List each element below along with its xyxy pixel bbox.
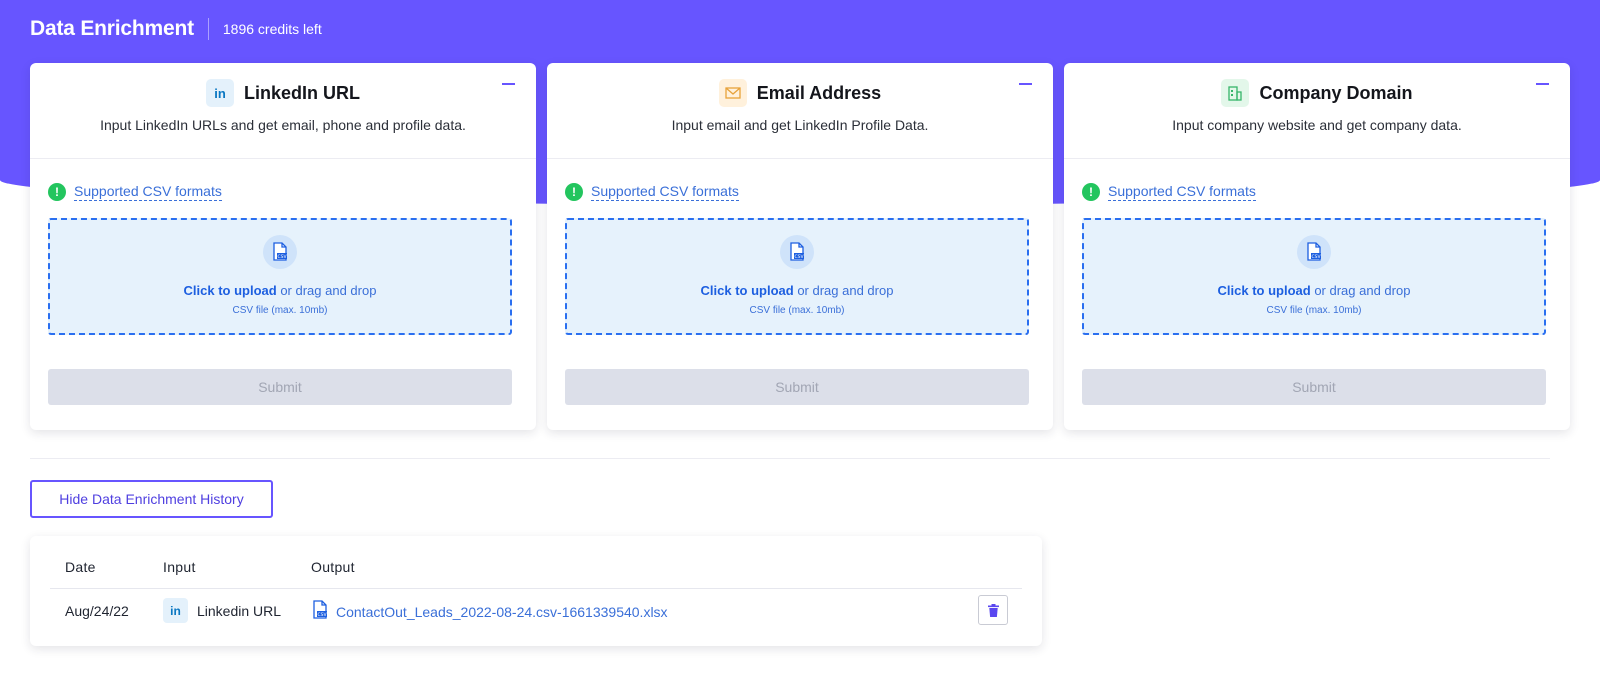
drag-and-drop-text: or drag and drop xyxy=(1310,283,1411,298)
card-company-domain: Company Domain Input company website and… xyxy=(1064,63,1570,430)
card-linkedin-url: in LinkedIn URL Input LinkedIn URLs and … xyxy=(30,63,536,430)
card-title: Company Domain xyxy=(1259,82,1413,103)
upload-dropzone[interactable]: CSV Click to upload or drag and drop CSV… xyxy=(1082,218,1546,335)
credits-counter: 1896 credits left xyxy=(222,21,322,37)
upload-dropzone[interactable]: CSV Click to upload or drag and drop CSV… xyxy=(565,218,1029,335)
submit-button[interactable]: Submit xyxy=(48,369,512,405)
upload-hint: CSV file (max. 10mb) xyxy=(232,305,328,316)
linkedin-icon: in xyxy=(163,598,188,623)
collapse-button[interactable] xyxy=(1019,77,1033,91)
row-output: CSV ContactOut_Leads_2022-08-24.csv-1661… xyxy=(311,600,668,623)
card-header: Company Domain Input company website and… xyxy=(1064,63,1570,159)
hide-history-button[interactable]: Hide Data Enrichment History xyxy=(30,480,273,518)
info-icon: ! xyxy=(1082,183,1100,201)
csv-file-icon: CSV xyxy=(780,235,814,269)
column-header-output: Output xyxy=(311,559,355,575)
info-icon: ! xyxy=(48,183,66,201)
csv-file-icon: CSV xyxy=(311,600,329,623)
section-divider xyxy=(30,458,1550,459)
click-to-upload[interactable]: Click to upload xyxy=(184,283,277,298)
svg-text:CSV: CSV xyxy=(1311,254,1321,260)
click-to-upload[interactable]: Click to upload xyxy=(1218,283,1311,298)
card-subtitle: Input LinkedIn URLs and get email, phone… xyxy=(100,117,466,133)
upload-hint: CSV file (max. 10mb) xyxy=(1266,305,1362,316)
card-header: Email Address Input email and get Linked… xyxy=(547,63,1053,159)
card-header: in LinkedIn URL Input LinkedIn URLs and … xyxy=(30,63,536,159)
building-icon xyxy=(1221,79,1250,107)
trash-icon xyxy=(987,603,999,617)
page-header: Data Enrichment 1896 credits left xyxy=(30,14,322,44)
supported-formats: ! Supported CSV formats xyxy=(565,183,739,201)
enrichment-cards: in LinkedIn URL Input LinkedIn URLs and … xyxy=(30,63,1570,430)
row-input-label: Linkedin URL xyxy=(197,602,282,619)
upload-hint: CSV file (max. 10mb) xyxy=(749,305,845,316)
submit-button[interactable]: Submit xyxy=(1082,369,1546,405)
row-input: in Linkedin URL xyxy=(163,598,281,623)
svg-text:CSV: CSV xyxy=(794,254,804,260)
svg-text:CSV: CSV xyxy=(277,254,287,260)
card-title: LinkedIn URL xyxy=(244,82,360,103)
click-to-upload[interactable]: Click to upload xyxy=(701,283,794,298)
supported-csv-formats-link[interactable]: Supported CSV formats xyxy=(591,183,739,201)
history-table: Date Input Output Aug/24/22 in Linkedin … xyxy=(30,536,1042,646)
drag-and-drop-text: or drag and drop xyxy=(793,283,894,298)
column-header-date: Date xyxy=(65,559,96,575)
card-subtitle: Input email and get LinkedIn Profile Dat… xyxy=(671,117,929,133)
header-divider xyxy=(207,18,209,40)
collapse-button[interactable] xyxy=(502,77,516,91)
supported-formats: ! Supported CSV formats xyxy=(1082,183,1256,201)
info-icon: ! xyxy=(565,183,583,201)
collapse-button[interactable] xyxy=(1536,77,1550,91)
drag-and-drop-text: or drag and drop xyxy=(276,283,377,298)
output-file-link[interactable]: ContactOut_Leads_2022-08-24.csv-16613395… xyxy=(336,604,668,620)
envelope-icon xyxy=(718,79,747,107)
upload-dropzone[interactable]: CSV Click to upload or drag and drop CSV… xyxy=(48,218,512,335)
supported-formats: ! Supported CSV formats xyxy=(48,183,222,201)
header-divider xyxy=(50,588,1022,589)
csv-file-icon: CSV xyxy=(263,235,297,269)
csv-file-icon: CSV xyxy=(1297,235,1331,269)
card-subtitle: Input company website and get company da… xyxy=(1172,117,1462,133)
column-header-input: Input xyxy=(163,559,196,575)
svg-text:CSV: CSV xyxy=(317,612,327,618)
page-title: Data Enrichment xyxy=(30,17,194,40)
delete-button[interactable] xyxy=(978,595,1008,625)
linkedin-icon: in xyxy=(206,79,234,107)
supported-csv-formats-link[interactable]: Supported CSV formats xyxy=(1108,183,1256,201)
card-title: Email Address xyxy=(756,82,882,103)
row-date: Aug/24/22 xyxy=(65,603,129,619)
supported-csv-formats-link[interactable]: Supported CSV formats xyxy=(74,183,222,201)
submit-button[interactable]: Submit xyxy=(565,369,1029,405)
card-email-address: Email Address Input email and get Linked… xyxy=(547,63,1053,430)
